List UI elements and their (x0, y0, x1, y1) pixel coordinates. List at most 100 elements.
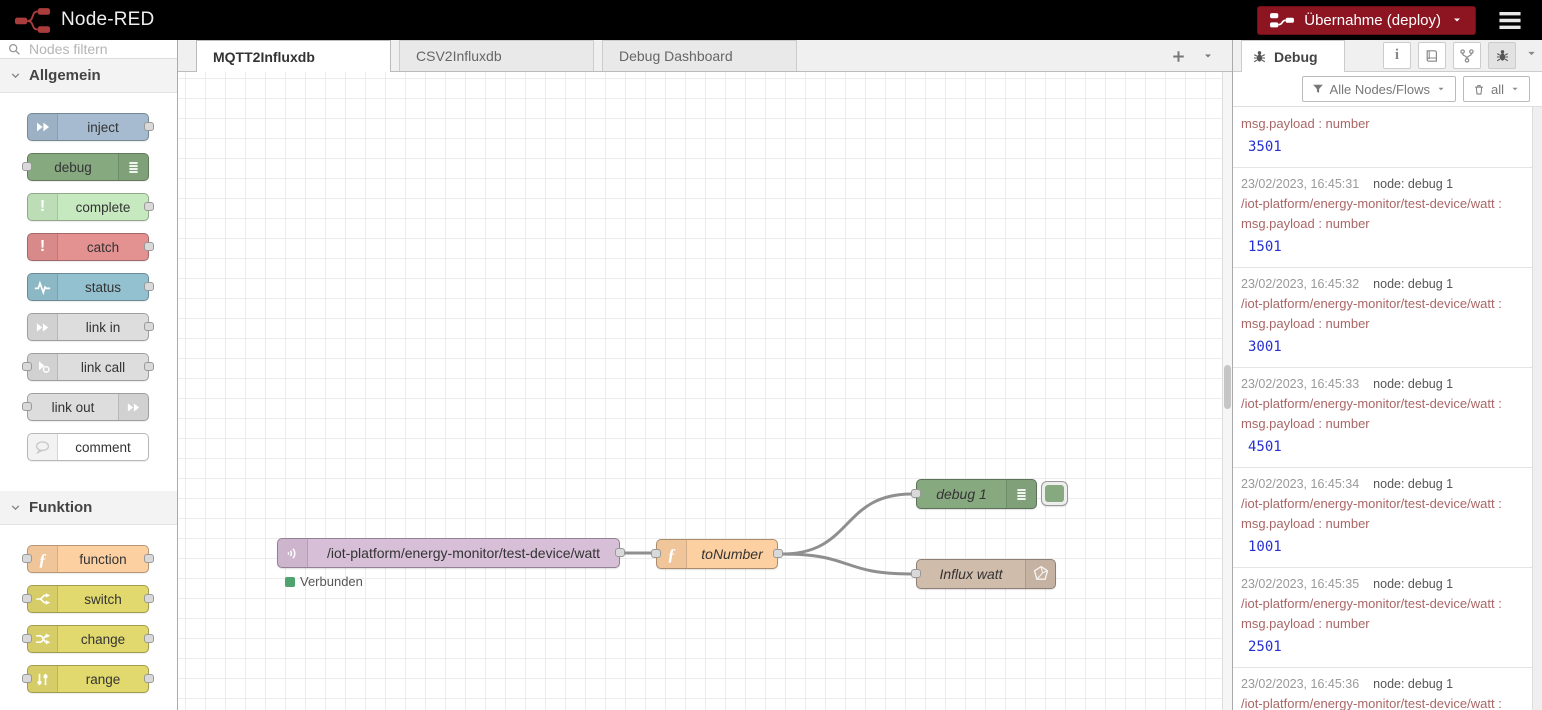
node-port-out[interactable] (773, 549, 783, 558)
node-port-in[interactable] (22, 594, 32, 603)
sidebar-tabbar: Debug i (1233, 40, 1542, 72)
palette-node-debug[interactable]: debug (27, 153, 149, 181)
node-port-in[interactable] (22, 402, 32, 411)
debug-message[interactable]: 23/02/2023, 16:45:31node: debug 1/iot-pl… (1233, 168, 1532, 268)
node-port-out[interactable] (144, 242, 154, 251)
canvas-scrollbar[interactable] (1222, 72, 1232, 710)
node-port-out[interactable] (144, 362, 154, 371)
palette-node-label: comment (58, 434, 148, 460)
tab-debug-label: Debug (1274, 49, 1318, 65)
debug-message-topic: /iot-platform/energy-monitor/test-device… (1241, 694, 1524, 710)
palette-node-complete[interactable]: !complete (27, 193, 149, 221)
debug-message[interactable]: msg.payload : number3501 (1233, 107, 1532, 168)
node-port-out[interactable] (144, 202, 154, 211)
palette-search[interactable] (0, 40, 177, 59)
debug-clear-label: all (1491, 82, 1504, 97)
node-port-out[interactable] (144, 674, 154, 683)
workspace: MQTT2Influxdb CSV2Influxdb Debug Dashboard… (178, 40, 1232, 710)
add-flow-button[interactable] (1171, 49, 1186, 64)
node-status-label: Verbunden (300, 574, 363, 589)
flow-list-caret-icon[interactable] (1202, 50, 1214, 62)
flow-node-debug-1[interactable]: debug 1 (916, 479, 1037, 509)
sidebar-menu-caret-icon[interactable] (1525, 47, 1538, 60)
deploy-caret-icon[interactable] (1451, 14, 1463, 26)
node-port-in[interactable] (911, 489, 921, 498)
node-port-in[interactable] (651, 549, 661, 558)
debug-message-topic: /iot-platform/energy-monitor/test-device… (1241, 194, 1524, 214)
comment-bubble-icon (34, 439, 51, 456)
sidebar-button-book[interactable] (1418, 42, 1446, 69)
palette-node-label: range (58, 666, 148, 692)
palette-node-switch[interactable]: switch (27, 585, 149, 613)
flow-tab-3[interactable]: Debug Dashboard (602, 40, 797, 71)
inject-arrow-icon-box (28, 114, 58, 140)
palette-node-link-out[interactable]: link out (27, 393, 149, 421)
debug-scroll-gutter[interactable] (1532, 107, 1542, 710)
node-port-in[interactable] (22, 362, 32, 371)
node-port-out[interactable] (144, 634, 154, 643)
range-icon-box (28, 666, 58, 692)
debug-clear-button[interactable]: all (1463, 76, 1530, 102)
debug-message-node: node: debug 1 (1373, 477, 1453, 491)
debug-message-meta: 23/02/2023, 16:45:31node: debug 1 (1241, 175, 1524, 194)
debug-message[interactable]: 23/02/2023, 16:45:33node: debug 1/iot-pl… (1233, 368, 1532, 468)
debug-enable-toggle[interactable] (1041, 481, 1068, 506)
node-port-in[interactable] (22, 674, 32, 683)
palette-node-comment[interactable]: comment (27, 433, 149, 461)
deploy-button[interactable]: Übernahme (deploy) (1257, 6, 1476, 35)
function-icon: ƒ (667, 546, 676, 563)
debug-message[interactable]: 23/02/2023, 16:45:34node: debug 1/iot-pl… (1233, 468, 1532, 568)
flow-tab-2[interactable]: CSV2Influxdb (399, 40, 594, 71)
node-port-in[interactable] (22, 634, 32, 643)
app-header: Node-RED Übernahme (deploy) (0, 0, 1542, 40)
palette-node-catch[interactable]: !catch (27, 233, 149, 261)
node-port-in[interactable] (22, 162, 32, 171)
node-port-out[interactable] (144, 282, 154, 291)
flow-node-mqtt-in[interactable]: /iot-platform/energy-monitor/test-device… (277, 538, 620, 568)
debug-message[interactable]: 23/02/2023, 16:45:35node: debug 1/iot-pl… (1233, 568, 1532, 668)
debug-message-timestamp: 23/02/2023, 16:45:32 (1241, 277, 1359, 291)
palette-node-inject[interactable]: inject (27, 113, 149, 141)
palette-filter-input[interactable] (27, 40, 147, 58)
flow-node-to-number[interactable]: ƒtoNumber (656, 539, 778, 569)
node-port-out[interactable] (144, 554, 154, 563)
sidebar-button-info[interactable]: i (1383, 42, 1411, 69)
node-port-out[interactable] (144, 594, 154, 603)
info-icon: i (1395, 47, 1399, 64)
flow-canvas[interactable]: /iot-platform/energy-monitor/test-device… (178, 72, 1232, 710)
debug-message-topic: /iot-platform/energy-monitor/test-device… (1241, 294, 1524, 314)
palette-node-change[interactable]: change (27, 625, 149, 653)
debug-lines-icon-box (1006, 480, 1036, 508)
debug-message[interactable]: 23/02/2023, 16:45:36node: debug 1/iot-pl… (1233, 668, 1532, 710)
palette-node-link-in[interactable]: link in (27, 313, 149, 341)
palette-node-function[interactable]: ƒfunction (27, 545, 149, 573)
filter-caret-icon (1436, 84, 1446, 94)
palette-section-header[interactable]: Funktion (0, 491, 177, 525)
palette-section-header[interactable]: Allgemein (0, 59, 177, 93)
node-port-out[interactable] (144, 322, 154, 331)
main-menu-button[interactable] (1498, 11, 1522, 30)
debug-message-topic: /iot-platform/energy-monitor/test-device… (1241, 494, 1524, 514)
influx-icon (1032, 565, 1050, 583)
debug-messages: msg.payload : number350123/02/2023, 16:4… (1233, 107, 1542, 710)
debug-message-value: 2501 (1241, 634, 1524, 658)
tab-debug[interactable]: Debug (1241, 40, 1345, 72)
exclamation-icon: ! (40, 199, 45, 215)
deploy-icon (1270, 12, 1294, 29)
flow-tab-1[interactable]: MQTT2Influxdb (196, 40, 391, 72)
node-port-out[interactable] (615, 548, 625, 557)
status-dot (285, 577, 295, 587)
palette-node-range[interactable]: range (27, 665, 149, 693)
sidebar-button-bug[interactable] (1488, 42, 1516, 69)
node-port-out[interactable] (144, 122, 154, 131)
flow-node-influx-watt[interactable]: Influx watt (916, 559, 1056, 589)
node-port-in[interactable] (911, 569, 921, 578)
sidebar-button-project[interactable] (1453, 42, 1481, 69)
node-port-in[interactable] (22, 554, 32, 563)
debug-filter-button[interactable]: Alle Nodes/Flows (1302, 76, 1456, 102)
palette-node-link-call[interactable]: link call (27, 353, 149, 381)
palette-node-status[interactable]: status (27, 273, 149, 301)
debug-message-node: node: debug 1 (1373, 577, 1453, 591)
canvas-scrollbar-thumb[interactable] (1224, 365, 1231, 409)
debug-message[interactable]: 23/02/2023, 16:45:32node: debug 1/iot-pl… (1233, 268, 1532, 368)
